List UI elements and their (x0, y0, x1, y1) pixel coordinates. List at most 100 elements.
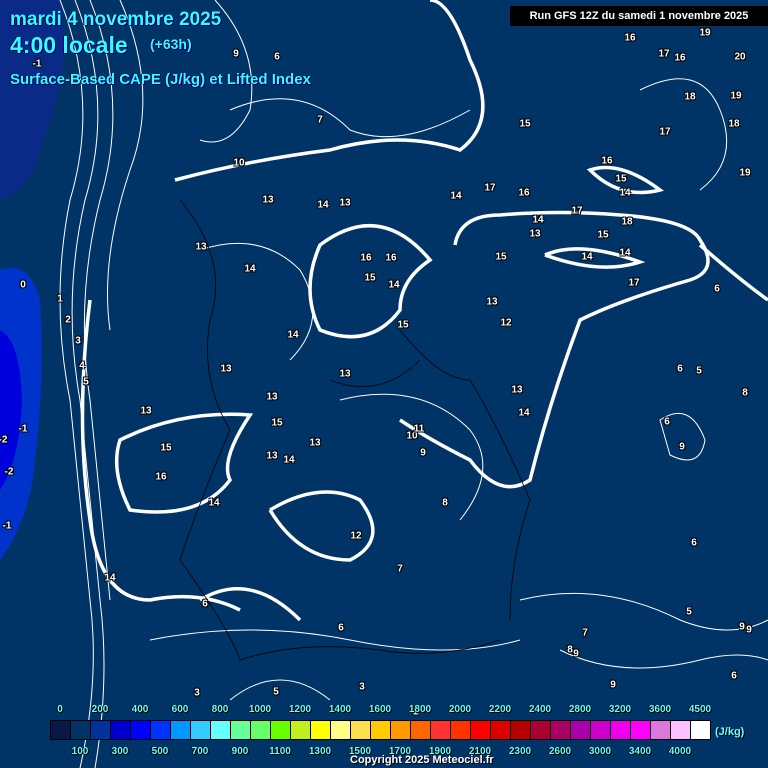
scale-tick-label: 100 (71, 746, 89, 757)
lifted-index-label: 0 (20, 279, 26, 291)
scale-box (631, 721, 651, 739)
lifted-index-label: 13 (529, 228, 541, 240)
scale-tick-label: 2800 (568, 704, 592, 715)
lifted-index-label: 18 (621, 216, 633, 228)
scale-box (51, 721, 71, 739)
lifted-index-label: 13 (195, 241, 207, 253)
scale-tick-label: 1800 (408, 704, 432, 715)
scale-tick-label: 600 (171, 704, 189, 715)
lifted-index-label: 7 (582, 627, 588, 639)
lifted-index-label: 9 (610, 679, 616, 691)
lifted-index-label: 3 (75, 335, 81, 347)
forecast-date: mardi 4 novembre 2025 (10, 9, 222, 30)
forecast-lead-time: (+63h) (150, 36, 192, 52)
scale-box (171, 721, 191, 739)
scale-box (231, 721, 251, 739)
scale-tick-label: 3600 (648, 704, 672, 715)
lifted-index-label: 6 (202, 598, 208, 610)
lifted-index-label: 13 (140, 405, 152, 417)
lifted-index-label: 6 (731, 670, 737, 682)
lifted-index-label: 15 (364, 272, 376, 284)
scale-tick-label: 3400 (628, 746, 652, 757)
lifted-index-label: 19 (739, 167, 751, 179)
lifted-index-label: 15 (615, 173, 627, 185)
scale-box (91, 721, 111, 739)
lifted-index-label: 8 (567, 644, 573, 656)
scale-box (511, 721, 531, 739)
scale-box (71, 721, 91, 739)
thick-contours (80, 0, 768, 622)
lifted-index-label: -1 (18, 423, 28, 435)
lifted-index-label: 16 (518, 187, 530, 199)
lifted-index-label: 14 (581, 251, 593, 263)
scale-box (131, 721, 151, 739)
scale-box (291, 721, 311, 739)
lifted-index-label: 6 (274, 51, 280, 63)
lifted-index-label: 12 (500, 317, 512, 329)
copyright: Copyright 2025 Meteociel.fr (350, 754, 494, 766)
lifted-index-label: 14 (388, 279, 400, 291)
lifted-index-label: 12 (350, 530, 362, 542)
lifted-index-label: 6 (677, 363, 683, 375)
lifted-index-label: 5 (686, 606, 692, 618)
scale-box (211, 721, 231, 739)
scale-box (331, 721, 351, 739)
country-borders (179, 199, 531, 661)
scale-box (271, 721, 291, 739)
scale-tick-label: 2300 (508, 746, 532, 757)
scale-tick-label: 1600 (368, 704, 392, 715)
lifted-index-label: -2 (0, 434, 8, 446)
lifted-index-label: 13 (309, 437, 321, 449)
model-run-info: Run GFS 12Z du samedi 1 novembre 2025 (510, 6, 768, 26)
scale-box (471, 721, 491, 739)
scale-tick-label: 900 (231, 746, 249, 757)
scale-unit: (J/kg) (715, 726, 745, 738)
scale-box (571, 721, 591, 739)
lifted-index-label: 9 (573, 648, 579, 660)
lifted-index-label: 13 (511, 384, 523, 396)
lifted-index-label: 16 (601, 155, 613, 167)
lifted-index-label: 5 (273, 686, 279, 698)
scale-tick-label: 200 (91, 704, 109, 715)
scale-box (651, 721, 671, 739)
scale-tick-label: 400 (131, 704, 149, 715)
scale-box (411, 721, 431, 739)
lifted-index-label: 8 (742, 387, 748, 399)
scale-box (191, 721, 211, 739)
lifted-index-label: 14 (619, 247, 631, 259)
lifted-index-label: 9 (420, 447, 426, 459)
lifted-index-label: 3 (194, 687, 200, 699)
lifted-index-label: 9 (746, 624, 752, 636)
scale-tick-label: 1400 (328, 704, 352, 715)
lifted-index-label: 19 (699, 27, 711, 39)
lifted-index-label: 5 (83, 376, 89, 388)
scale-tick-label: 1300 (308, 746, 332, 757)
lifted-index-label: 17 (628, 277, 640, 289)
lifted-index-label: -1 (2, 520, 12, 532)
lifted-index-label: 6 (664, 416, 670, 428)
lifted-index-label: 16 (385, 252, 397, 264)
lifted-index-label: 18 (684, 91, 696, 103)
forecast-time: 4:00 locale (10, 32, 128, 58)
scale-box (551, 721, 571, 739)
lifted-index-label: 13 (220, 363, 232, 375)
scale-box (311, 721, 331, 739)
scale-box (611, 721, 631, 739)
lifted-index-label: 17 (484, 182, 496, 194)
lifted-index-label: 13 (339, 197, 351, 209)
cape-contour-map (0, 0, 768, 768)
lifted-index-label: 7 (317, 114, 323, 126)
scale-box (691, 721, 710, 739)
scale-tick-label: 2200 (488, 704, 512, 715)
lifted-index-label: 15 (495, 251, 507, 263)
lifted-index-label: 15 (597, 229, 609, 241)
lifted-index-label: 13 (262, 194, 274, 206)
scale-box (431, 721, 451, 739)
lifted-index-label: 14 (317, 199, 329, 211)
lifted-index-label: 17 (571, 205, 583, 217)
lifted-index-label: 17 (658, 48, 670, 60)
thin-contours (59, 0, 768, 768)
scale-box (351, 721, 371, 739)
lifted-index-label: 13 (266, 450, 278, 462)
scale-box (391, 721, 411, 739)
